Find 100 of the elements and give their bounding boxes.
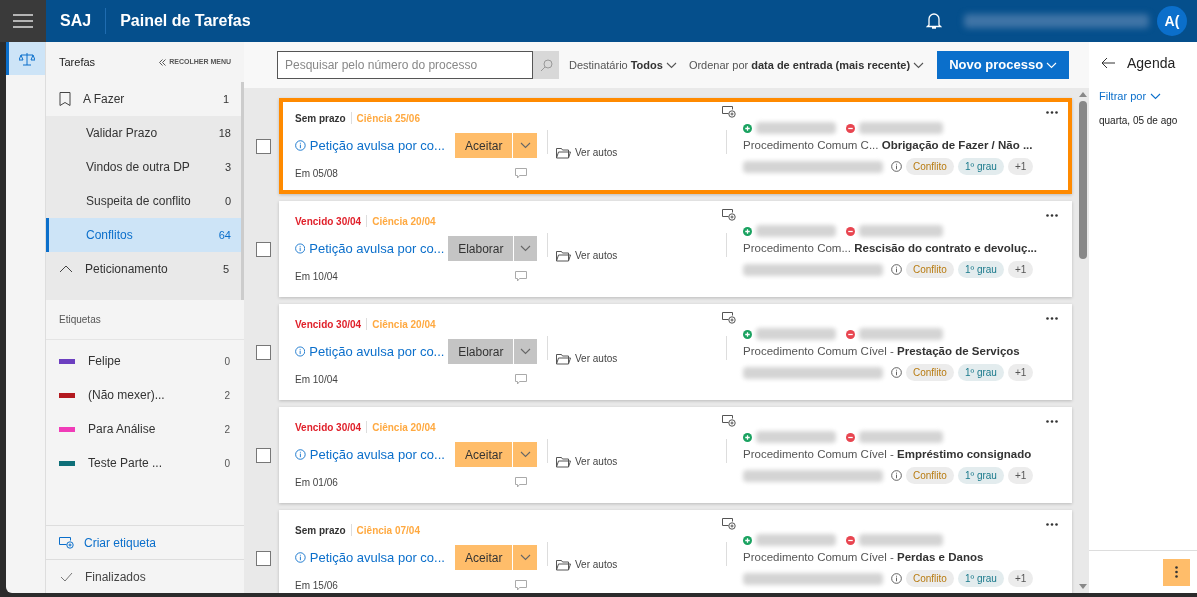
task-card[interactable]: Sem prazo Ciência 25/06 Petição avulsa por co... Aceitar Em 05/08 Ver autos Procedimento Comum C... Obrigação de Fazer / Não ... Conflito 1º grau +1 — [279, 98, 1072, 194]
label-item[interactable]: Felipe 0 — [46, 344, 244, 378]
label-item[interactable]: (Não mexer)... 2 — [46, 378, 244, 412]
task-checkbox[interactable] — [256, 241, 271, 257]
chevron-down-icon — [913, 61, 925, 69]
view-files-link[interactable]: Ver autos — [575, 145, 618, 160]
action-button[interactable]: Aceitar — [455, 133, 513, 158]
procedure-text: Procedimento Com... Rescisão do contrato e devoluç... — [743, 241, 1037, 256]
action-button[interactable]: Aceitar — [455, 442, 513, 467]
tag: Conflito — [906, 364, 954, 382]
view-files-link[interactable]: Ver autos — [575, 454, 618, 469]
task-checkbox[interactable] — [256, 138, 271, 154]
rail-item[interactable] — [6, 42, 45, 75]
tag: +1 — [1007, 570, 1034, 588]
sort-dropdown[interactable]: Ordenar por data de entrada (mais recente) — [688, 56, 925, 74]
task-title[interactable]: Petição avulsa por co... — [309, 547, 456, 568]
task-card[interactable]: Vencido 30/04 Ciência 20/04 Petição avulsa por co... Aceitar Em 01/06 Ver autos Procedimento Comum Cível - Empréstimo consignado Conflito 1º grau +1 — [279, 407, 1072, 503]
back-arrow-icon[interactable] — [1101, 57, 1115, 69]
task-title[interactable]: Petição avulsa por co... — [309, 444, 456, 465]
procedure-text: Procedimento Comum Cível - Empréstimo consignado — [743, 447, 1032, 462]
screen-plus-icon[interactable] — [722, 106, 736, 118]
scroll-thumb[interactable] — [1078, 101, 1087, 259]
minus-circle-icon — [846, 329, 855, 339]
more-icon[interactable] — [1046, 420, 1058, 423]
tag: Conflito — [906, 158, 954, 176]
entry-date: Em 10/04 — [295, 270, 338, 284]
recipient-dropdown[interactable]: Destinatário Todos — [569, 56, 677, 74]
tag: 1º grau — [957, 261, 1004, 279]
sidebar-group[interactable]: A Fazer 1 — [46, 82, 241, 116]
folder-icon — [556, 558, 571, 571]
view-files-link[interactable]: Ver autos — [575, 351, 618, 366]
task-title[interactable]: Petição avulsa por co... — [309, 135, 456, 156]
notice-date: Ciência 07/04 — [356, 523, 420, 538]
tag: +1 — [1007, 364, 1034, 382]
bell-icon[interactable] — [926, 12, 942, 30]
comment-icon[interactable] — [515, 580, 527, 591]
plus-circle-icon — [743, 432, 752, 442]
agenda-date: quarta, 05 de ago — [1099, 113, 1179, 128]
minus-circle-icon — [846, 226, 855, 236]
menu-icon — [13, 14, 33, 28]
more-icon[interactable] — [1046, 523, 1058, 526]
comment-icon[interactable] — [515, 271, 527, 282]
scroll-down-icon[interactable] — [1078, 584, 1087, 590]
minus-circle-icon — [846, 123, 855, 133]
task-card[interactable]: Sem prazo Ciência 07/04 Petição avulsa por co... Aceitar Em 15/06 Ver autos Procedimento Comum Cível - Perdas e Danos Conflito 1º grau +1 — [279, 510, 1072, 593]
view-files-link[interactable]: Ver autos — [575, 557, 618, 572]
action-button[interactable]: Elaborar — [448, 339, 514, 364]
screen-plus-icon[interactable] — [722, 312, 736, 324]
new-process-button[interactable]: Novo processo — [937, 51, 1070, 79]
task-checkbox[interactable] — [256, 344, 271, 360]
chevron-icon — [59, 265, 73, 273]
comment-icon[interactable] — [515, 168, 527, 179]
info-icon — [295, 140, 306, 151]
task-card[interactable]: Vencido 30/04 Ciência 20/04 Petição avulsa por co... Elaborar Em 10/04 Ver autos Procedimento Com... Rescisão do contrato e devoluç... Conflito 1º grau +1 — [279, 201, 1072, 297]
sidebar-item[interactable]: Conflitos 64 — [46, 218, 241, 252]
more-options-button[interactable] — [1163, 558, 1190, 586]
tag: +1 — [1007, 467, 1034, 485]
tag: 1º grau — [957, 158, 1004, 176]
task-title[interactable]: Petição avulsa por co... — [309, 341, 449, 362]
task-checkbox[interactable] — [256, 550, 271, 566]
entry-date: Em 15/06 — [295, 579, 338, 593]
search-icon — [539, 58, 553, 72]
task-card[interactable]: Vencido 30/04 Ciência 20/04 Petição avulsa por co... Elaborar Em 10/04 Ver autos Procedimento Comum Cível - Prestação de Serviços Conflito 1º grau +1 — [279, 304, 1072, 400]
more-icon[interactable] — [1046, 214, 1058, 217]
chevron-down-icon — [1046, 61, 1058, 69]
screen-plus-icon[interactable] — [722, 415, 736, 427]
screen-plus-icon[interactable] — [722, 518, 736, 530]
label-item[interactable]: Para Análise 2 — [46, 412, 244, 446]
info-icon — [891, 161, 902, 173]
more-icon[interactable] — [1046, 111, 1058, 114]
view-files-link[interactable]: Ver autos — [575, 248, 618, 263]
folder-icon — [556, 249, 571, 262]
info-icon — [295, 243, 306, 254]
user-avatar[interactable]: A( — [1157, 6, 1187, 36]
action-button[interactable]: Aceitar — [455, 545, 513, 570]
search-field[interactable]: Pesquisar pelo número do processo — [277, 51, 533, 79]
plus-circle-icon — [743, 535, 752, 545]
more-icon[interactable] — [1046, 317, 1058, 320]
tag: Conflito — [906, 570, 954, 588]
action-button[interactable]: Elaborar — [448, 236, 514, 261]
menu-button[interactable] — [0, 0, 46, 42]
minus-circle-icon — [846, 432, 855, 442]
comment-icon[interactable] — [515, 477, 527, 488]
task-title[interactable]: Petição avulsa por co... — [309, 238, 449, 259]
filter-dropdown[interactable]: Filtrar por — [1099, 88, 1162, 105]
label-item[interactable]: Teste Parte ... 0 — [46, 446, 244, 480]
scroll-up-icon[interactable] — [1078, 91, 1087, 97]
plus-circle-icon — [743, 123, 752, 133]
screen-plus-icon[interactable] — [722, 209, 736, 221]
notice-date: Ciência 20/04 — [372, 317, 436, 332]
folder-icon — [556, 455, 571, 468]
entry-date: Em 05/08 — [295, 167, 338, 181]
task-checkbox[interactable] — [256, 447, 271, 463]
comment-icon[interactable] — [515, 374, 527, 385]
minus-circle-icon — [846, 535, 855, 545]
chevron-down-icon — [665, 61, 677, 69]
info-icon — [891, 470, 902, 482]
tag: 1º grau — [957, 364, 1004, 382]
notice-date: Ciência 25/06 — [356, 111, 420, 126]
notice-date: Ciência 20/04 — [372, 420, 436, 435]
